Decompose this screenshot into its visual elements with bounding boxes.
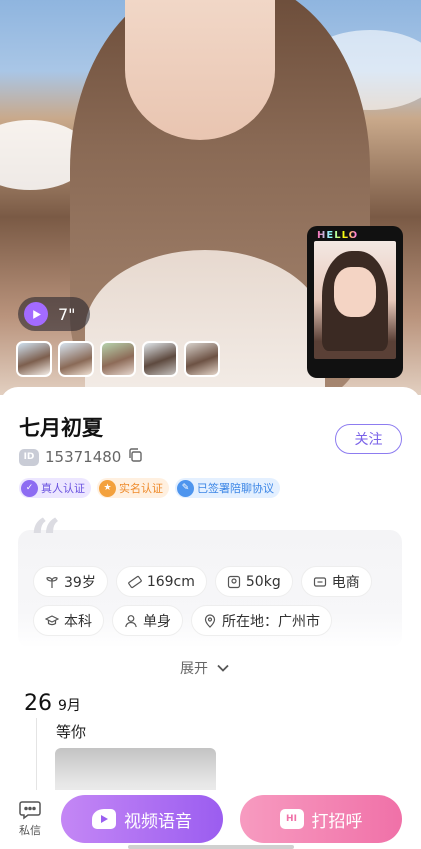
tag-relationship: 单身 bbox=[112, 605, 183, 636]
video-voice-label: 视频语音 bbox=[124, 811, 192, 832]
id-badge: ID bbox=[19, 448, 39, 466]
photo-thumbnails bbox=[16, 341, 220, 377]
badge-label: 实名认证 bbox=[119, 482, 163, 495]
age-icon bbox=[46, 576, 58, 588]
expand-button[interactable]: 展开 bbox=[180, 658, 230, 678]
play-icon bbox=[24, 302, 48, 326]
badge-label: 真人认证 bbox=[41, 482, 85, 495]
photo-thumbnail[interactable] bbox=[142, 341, 178, 377]
home-indicator[interactable] bbox=[128, 845, 294, 849]
tag-job: 电商 bbox=[300, 566, 372, 597]
verified-icon: ✓ bbox=[21, 479, 38, 497]
hi-bubble-icon: HI bbox=[279, 809, 304, 829]
ruler-icon bbox=[127, 575, 142, 588]
photo-thumbnail[interactable] bbox=[100, 341, 136, 377]
video-voice-call-button[interactable]: 视频语音 bbox=[61, 795, 223, 843]
voice-duration: 7" bbox=[58, 304, 76, 324]
tag-label: 电商 bbox=[331, 574, 360, 591]
video-card-label: HELLO bbox=[317, 230, 359, 241]
photo-thumbnail[interactable] bbox=[16, 341, 52, 377]
photo-thumbnail[interactable] bbox=[58, 341, 94, 377]
greet-button[interactable]: HI 打招呼 bbox=[240, 795, 402, 843]
tag-education: 本科 bbox=[33, 605, 104, 636]
private-message-button[interactable]: 私信 bbox=[14, 800, 46, 838]
education-icon bbox=[45, 614, 59, 625]
tag-label: 单身 bbox=[143, 613, 171, 630]
tag-location: 所在地：广州市 bbox=[191, 605, 332, 636]
moment-text: 等你 bbox=[56, 723, 87, 741]
scale-icon bbox=[227, 575, 240, 588]
badge-agreement[interactable]: ✎ 已签署陪聊协议 bbox=[175, 478, 280, 498]
location-icon bbox=[204, 613, 216, 628]
moment-month: 9月 bbox=[58, 698, 81, 714]
private-message-label: 私信 bbox=[19, 824, 41, 837]
follow-button[interactable]: 关注 bbox=[335, 424, 402, 454]
tag-weight: 50kg bbox=[214, 566, 293, 597]
person-icon bbox=[125, 614, 137, 627]
tag-label: 169cm bbox=[146, 573, 195, 590]
moment-date: 26 9月 bbox=[24, 691, 81, 716]
tag-label: 39岁 bbox=[64, 574, 96, 591]
tag-age: 39岁 bbox=[33, 566, 108, 597]
tag-label: 本科 bbox=[64, 613, 92, 630]
profile-id: 15371480 bbox=[45, 448, 122, 466]
video-preview-card[interactable]: HELLO bbox=[307, 226, 403, 378]
job-icon bbox=[313, 576, 326, 587]
agreement-icon: ✎ bbox=[177, 479, 194, 497]
badge-real-person[interactable]: ✓ 真人认证 bbox=[19, 478, 91, 498]
chat-bubble-icon bbox=[19, 801, 41, 820]
expand-label: 展开 bbox=[180, 661, 208, 677]
chevron-down-icon bbox=[217, 664, 229, 672]
tag-label: 50kg bbox=[245, 573, 281, 590]
quote-icon: “ bbox=[30, 507, 62, 571]
voice-intro-button[interactable]: 7" bbox=[18, 297, 90, 331]
copy-icon[interactable] bbox=[127, 447, 143, 467]
video-call-icon bbox=[92, 809, 116, 829]
video-preview-image bbox=[314, 241, 396, 359]
moment-day: 26 bbox=[24, 691, 52, 716]
badge-label: 已签署陪聊协议 bbox=[197, 482, 274, 495]
profile-id-row: ID 15371480 bbox=[19, 447, 143, 467]
verification-badges: ✓ 真人认证 ★ 实名认证 ✎ 已签署陪聊协议 bbox=[19, 478, 280, 498]
greet-label: 打招呼 bbox=[311, 811, 363, 832]
tag-label: 所在地：广州市 bbox=[222, 613, 320, 630]
tag-height: 169cm bbox=[115, 566, 207, 597]
photo-face bbox=[125, 0, 275, 140]
badge-real-name[interactable]: ★ 实名认证 bbox=[97, 478, 169, 498]
id-card-icon: ★ bbox=[99, 479, 116, 497]
info-tags: 39岁 169cm 50kg 电商 本科 单身 所在地：广州市 bbox=[33, 566, 393, 636]
profile-name: 七月初夏 bbox=[19, 416, 103, 440]
photo-thumbnail[interactable] bbox=[184, 341, 220, 377]
